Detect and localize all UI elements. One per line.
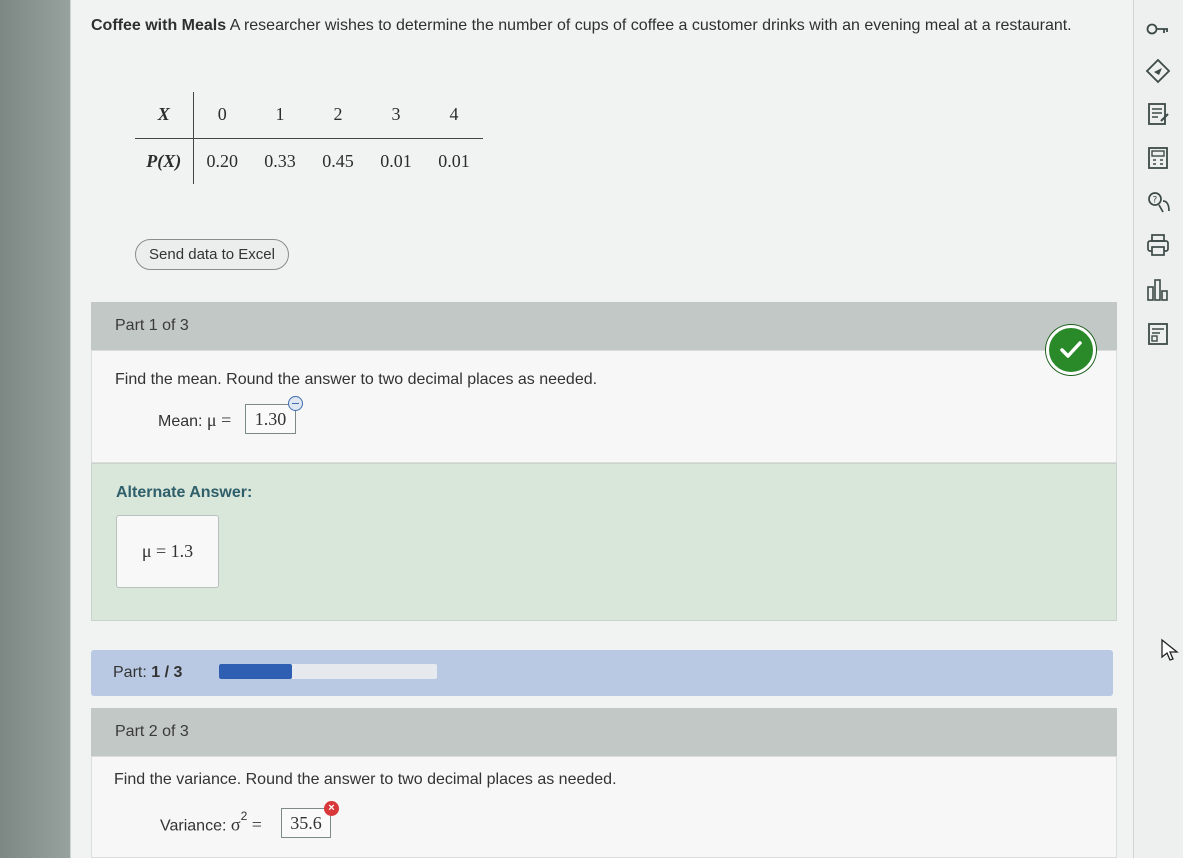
progress-bar-fill [219,664,292,679]
notes-icon[interactable] [1143,99,1173,129]
mean-answer-value: 1.30 [254,408,287,429]
answer-info-icon[interactable] [288,396,303,411]
p-value: 0.20 [206,150,239,171]
question-text: Coffee with Meals A researcher wishes to… [91,16,1121,35]
variance-answer-value: 35.6 [290,812,322,833]
equals-sign: = [251,814,262,835]
progress-label: Part: 1 / 3 [113,664,182,682]
sigma-symbol: σ [230,814,241,835]
x-value: 2 [309,92,367,139]
variance-exponent: 2 [240,809,248,823]
stats-icon[interactable] [1143,275,1173,305]
screen-bezel [0,0,70,858]
alternate-answer-box: μ = 1.3 [116,515,219,588]
p-header: P(X) [135,138,194,184]
right-toolbar: ? [1133,0,1183,858]
x-header: X [135,92,194,139]
key-icon[interactable] [1143,14,1173,44]
alternate-answer-panel: Alternate Answer: μ = 1.3 [91,463,1117,621]
progress-bar [219,664,437,679]
variance-answer-box[interactable]: 35.6 [281,808,331,838]
question-page: Coffee with Meals A researcher wishes to… [70,0,1133,858]
part1-header-label: Part 1 of 3 [115,317,189,334]
x-value: 1 [251,92,309,139]
part2-header[interactable]: Part 2 of 3 [91,708,1117,756]
formula-icon[interactable] [1143,319,1173,349]
p-value: 0.45 [322,150,354,171]
mu-symbol: μ = [206,410,232,430]
part1-body: Find the mean. Round the answer to two d… [91,350,1117,463]
question-body: A researcher wishes to determine the num… [229,17,1072,34]
part1-instruction: Find the mean. Round the answer to two d… [115,371,598,388]
print-icon[interactable] [1143,230,1173,260]
calculator-icon[interactable] [1143,143,1173,173]
mean-label: Mean: μ = [158,410,231,431]
mean-answer-box[interactable]: 1.30 [245,404,296,434]
progress-label-text: Part: [113,664,147,681]
incorrect-x-icon: × [324,801,339,816]
x-value: 4 [425,92,483,139]
alternate-answer-title: Alternate Answer: [116,484,253,501]
variance-label: Variance: σ2 = [160,809,262,835]
help-icon[interactable]: ? [1143,187,1173,217]
svg-text:?: ? [1153,196,1158,206]
p-value: 0.33 [264,150,296,171]
part-progress: Part: 1 / 3 [91,650,1113,696]
part1-header[interactable]: Part 1 of 3 [91,302,1117,350]
progress-value: 1 / 3 [151,664,183,681]
x-value: 0 [193,92,251,139]
correct-check-icon [1046,325,1096,375]
distribution-table: X 0 1 2 3 4 P(X) 0.20 0.33 0.45 0.01 0.0… [135,92,483,184]
part2-instruction: Find the variance. Round the answer to t… [114,771,617,788]
mouse-cursor-icon [1160,638,1180,662]
p-value: 0.01 [380,150,412,171]
part2-header-label: Part 2 of 3 [115,723,189,740]
x-value: 3 [367,92,425,139]
p-value: 0.01 [438,150,470,171]
question-title: Coffee with Meals [91,17,227,34]
send-to-excel-button[interactable]: Send data to Excel [135,239,289,270]
variance-label-text: Variance: [160,817,227,835]
answer-icon[interactable] [1143,56,1173,86]
alternate-answer-value: μ = 1.3 [141,541,194,561]
mean-label-text: Mean: [158,413,203,430]
part2-body: Find the variance. Round the answer to t… [91,756,1117,858]
